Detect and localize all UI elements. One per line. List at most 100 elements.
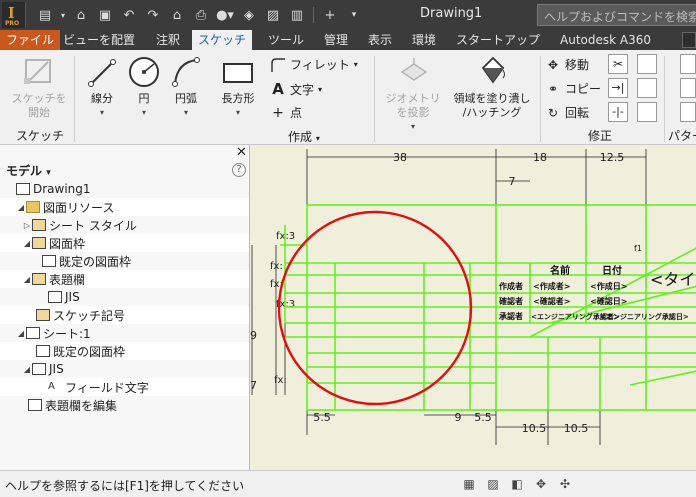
dim-38[interactable]: 38: [393, 151, 407, 164]
date-header[interactable]: 日付: [602, 264, 622, 277]
offset-icon[interactable]: [637, 102, 657, 122]
circle-dropdown-icon[interactable]: ▾: [124, 106, 164, 120]
copy-button[interactable]: ⚭ コピー: [545, 80, 601, 97]
dim-10-5-a[interactable]: 10.5: [522, 422, 547, 435]
image-icon[interactable]: ▨: [262, 5, 284, 25]
print-icon[interactable]: ⎙: [190, 5, 212, 25]
close-icon[interactable]: ✕: [236, 145, 247, 160]
browser-header[interactable]: モデル ▾: [6, 162, 51, 179]
open-file-icon[interactable]: ⌂: [70, 5, 92, 25]
image-icon[interactable]: ▨: [484, 475, 502, 493]
grid-icon[interactable]: ▦: [460, 475, 478, 493]
text-dropdown-icon[interactable]: ▾: [318, 85, 322, 94]
f1-marker[interactable]: f1: [634, 244, 642, 253]
extend-icon[interactable]: →|: [608, 78, 628, 98]
tree-item-drawing[interactable]: Drawing1: [0, 180, 249, 198]
tree-item-jis-resource[interactable]: JIS: [0, 288, 249, 306]
fx-constraint-5[interactable]: fx:: [274, 375, 287, 386]
title-text[interactable]: <タイ: [650, 270, 695, 289]
collapse-arrow-icon[interactable]: ◢: [22, 365, 32, 374]
tab-file[interactable]: ファイル: [0, 30, 61, 50]
tree-item-sheet-styles[interactable]: ▷ シート スタイル: [0, 216, 249, 234]
point-button[interactable]: + 点: [270, 104, 302, 121]
dim-5-5-left[interactable]: 5.5: [313, 411, 331, 424]
title-block-sketch[interactable]: 38 18 12.5 7 5.5 9 5.5 10.5 10.5 9 7 fx:…: [250, 145, 696, 470]
pan-icon[interactable]: ✣: [556, 475, 574, 493]
app-logo[interactable]: I PRO: [2, 2, 26, 28]
dim-5-5-right[interactable]: 5.5: [474, 411, 492, 424]
plus-icon[interactable]: +: [319, 5, 341, 25]
creator-date[interactable]: <作成日>: [590, 281, 627, 291]
expand-arrow-icon[interactable]: ▷: [22, 221, 32, 230]
tab-annotate[interactable]: 注釈: [150, 30, 186, 50]
checker-value[interactable]: <確認者>: [533, 296, 570, 306]
tab-view[interactable]: 表示: [362, 30, 398, 50]
rotate-button[interactable]: ↻ 回転: [545, 104, 589, 121]
arc-button[interactable]: 円弧 ▾: [166, 54, 206, 120]
mirror-icon[interactable]: [680, 102, 696, 122]
rectangle-button[interactable]: 長方形 ▾: [214, 54, 262, 120]
tree-item-sketch-symbols[interactable]: スケッチ記号: [0, 306, 249, 324]
dim-10-5-b[interactable]: 10.5: [564, 422, 589, 435]
name-header[interactable]: 名前: [550, 264, 570, 277]
start-sketch-button[interactable]: スケッチを 開始: [4, 54, 74, 120]
tab-place-views[interactable]: ビューを配置: [57, 30, 141, 50]
dim-7-left[interactable]: 7: [250, 379, 257, 392]
dim-9-left[interactable]: 9: [250, 329, 257, 342]
update-icon[interactable]: ◈: [238, 5, 260, 25]
arc-dropdown-icon[interactable]: ▾: [166, 106, 206, 120]
collapse-arrow-icon[interactable]: ◢: [16, 329, 26, 338]
tree-item-default-border[interactable]: 既定の図面枠: [0, 252, 249, 270]
checker-date[interactable]: <確認日>: [590, 296, 627, 306]
home-icon[interactable]: ⌂: [166, 5, 188, 25]
project-dropdown-icon[interactable]: ▾: [380, 120, 446, 134]
undo-icon[interactable]: ↶: [118, 5, 140, 25]
checker-label[interactable]: 確認者: [499, 296, 523, 306]
tab-startup[interactable]: スタートアップ: [450, 30, 546, 50]
redo-icon[interactable]: ↷: [142, 5, 164, 25]
fillet-dropdown-icon[interactable]: ▾: [354, 60, 358, 69]
tab-a360[interactable]: Autodesk A360: [554, 30, 657, 50]
snap-icon[interactable]: ✥: [532, 475, 550, 493]
tree-item-field-text[interactable]: A フィールド文字: [0, 378, 249, 396]
tab-sketch[interactable]: スケッチ: [192, 30, 253, 50]
cube-icon[interactable]: ◧: [508, 475, 526, 493]
rectangle-dropdown-icon[interactable]: ▾: [214, 106, 262, 120]
fillet-button[interactable]: フィレット ▾: [270, 56, 358, 73]
dim-12-5[interactable]: 12.5: [600, 151, 625, 164]
approver-label[interactable]: 承認者: [499, 311, 523, 321]
circle-button[interactable]: 円 ▾: [124, 54, 164, 120]
dim-18[interactable]: 18: [533, 151, 547, 164]
creator-value[interactable]: <作成者>: [533, 281, 570, 291]
approval-date[interactable]: <エンジニアリング承認日>: [600, 312, 689, 321]
customize-icon[interactable]: ▾: [343, 5, 365, 25]
tree-item-borders[interactable]: ◢ 図面枠: [0, 234, 249, 252]
fx-constraint-2[interactable]: fx:: [270, 261, 283, 272]
collapse-arrow-icon[interactable]: ◢: [22, 239, 32, 248]
drawing-canvas[interactable]: 38 18 12.5 7 5.5 9 5.5 10.5 10.5 9 7 fx:…: [250, 145, 696, 470]
save-icon[interactable]: ▣: [94, 5, 116, 25]
project-geometry-button[interactable]: ジオメトリ を投影 ▾: [380, 54, 446, 134]
dim-9[interactable]: 9: [455, 411, 462, 424]
new-file-icon[interactable]: ▤: [34, 5, 56, 25]
return-icon[interactable]: ▥: [286, 5, 308, 25]
new-dropdown-icon[interactable]: ▾: [58, 5, 68, 25]
stretch-icon[interactable]: [637, 78, 657, 98]
scale-icon[interactable]: [637, 54, 657, 74]
select-icon[interactable]: ●▾: [214, 5, 236, 25]
line-button[interactable]: 線分 ▾: [82, 54, 122, 120]
trim-icon[interactable]: ✂: [608, 54, 628, 74]
tree-item-drawing-resources[interactable]: ◢ 図面リソース: [0, 198, 249, 216]
tab-tools[interactable]: ツール: [262, 30, 310, 50]
text-button[interactable]: A 文字 ▾: [270, 80, 322, 98]
tree-item-sheet-border[interactable]: 既定の図面枠: [0, 342, 249, 360]
tab-environment[interactable]: 環境: [406, 30, 442, 50]
tab-manage[interactable]: 管理: [318, 30, 354, 50]
tree-item-title-blocks[interactable]: ◢ 表題欄: [0, 270, 249, 288]
line-dropdown-icon[interactable]: ▾: [82, 106, 122, 120]
move-button[interactable]: ✥ 移動: [545, 56, 589, 73]
dim-7[interactable]: 7: [509, 175, 516, 188]
fill-region-button[interactable]: 領域を塗り潰し /ハッチング: [446, 54, 538, 120]
collapse-arrow-icon[interactable]: ◢: [16, 203, 26, 212]
creator-label[interactable]: 作成者: [499, 281, 523, 291]
